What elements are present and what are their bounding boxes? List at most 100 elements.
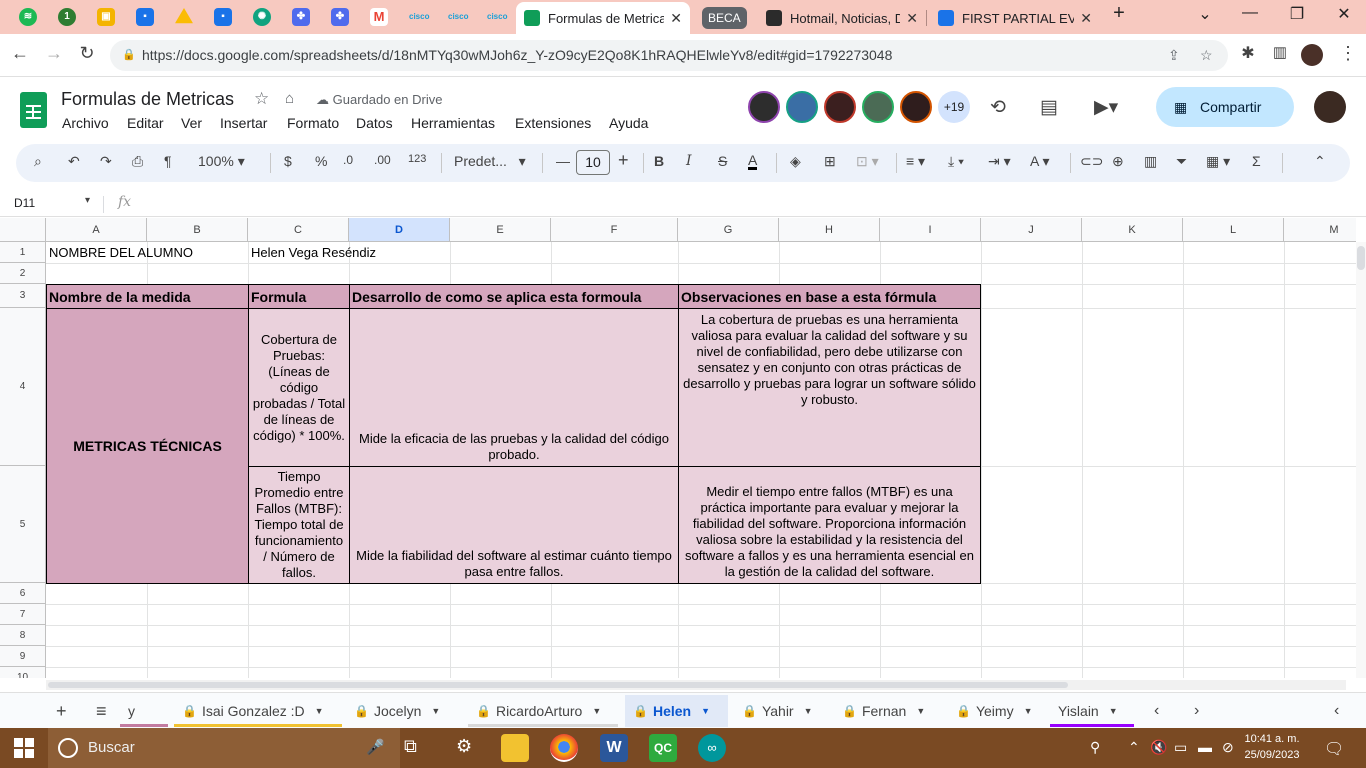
cell-d5[interactable]: Mide la fiabilidad del software al estim… xyxy=(349,466,679,584)
openai-tab-icon[interactable]: ✺ xyxy=(250,5,274,29)
back-icon[interactable]: ← xyxy=(8,43,32,64)
contacts-tab-icon[interactable]: ▪ xyxy=(133,5,157,29)
drive-tab-icon[interactable] xyxy=(172,5,196,29)
share-page-icon[interactable]: ⇪ xyxy=(1168,40,1180,71)
tab-search-chevron-icon[interactable]: ⌄ xyxy=(1190,4,1220,24)
column-header[interactable]: F xyxy=(551,218,678,242)
scrollbar-thumb[interactable] xyxy=(1357,246,1365,270)
scrollbar-thumb[interactable] xyxy=(48,682,1068,688)
horizontal-scrollbar[interactable] xyxy=(46,680,1346,690)
column-header[interactable]: B xyxy=(147,218,248,242)
sheet-tab[interactable]: y xyxy=(120,695,168,727)
extensions-icon[interactable]: ✱ xyxy=(1236,43,1260,63)
horizontal-align-icon[interactable]: ≡ ▾ xyxy=(906,153,925,170)
cell-g5[interactable]: Medir el tiempo entre fallos (MTBF) es u… xyxy=(678,466,981,584)
select-all-corner[interactable] xyxy=(0,218,46,242)
fill-color-icon[interactable]: ◈ xyxy=(790,153,801,170)
all-sheets-icon[interactable]: ≡ xyxy=(88,695,115,727)
bookmark-star-icon[interactable]: ☆ xyxy=(1200,40,1213,71)
borders-icon[interactable]: ⊞ xyxy=(824,153,836,170)
column-header[interactable]: H xyxy=(779,218,880,242)
minimize-icon[interactable]: — xyxy=(1235,4,1265,22)
increase-decimals-button[interactable]: .00 xyxy=(374,153,391,167)
sheet-tab[interactable]: 🔒 Isai Gonzalez :D ▼ xyxy=(174,695,342,727)
menu-datos[interactable]: Datos xyxy=(356,115,393,131)
text-color-icon[interactable]: A xyxy=(748,153,758,170)
collaborator-avatar[interactable] xyxy=(900,91,932,123)
header-desarrollo[interactable]: Desarrollo de como se aplica esta formou… xyxy=(349,284,679,309)
meet-icon[interactable]: ▶▾ xyxy=(1094,96,1118,119)
microphone-icon[interactable]: 🎤 xyxy=(366,728,385,768)
column-header[interactable]: L xyxy=(1183,218,1284,242)
move-to-folder-icon[interactable]: ⌂ xyxy=(285,90,294,107)
chrome-icon[interactable] xyxy=(550,734,578,762)
notifications-icon[interactable]: 🗨 xyxy=(1324,739,1344,759)
side-panel-icon[interactable]: ▥ xyxy=(1268,43,1292,61)
cell-metricas-tecnicas[interactable]: METRICAS TÉCNICAS xyxy=(46,308,249,584)
sheet-tab[interactable]: 🔒 Yahir ▼ xyxy=(734,695,824,727)
close-window-icon[interactable]: ✕ xyxy=(1329,4,1359,24)
collaborator-avatar[interactable] xyxy=(786,91,818,123)
dropdown-icon[interactable]: ▼ xyxy=(916,706,925,716)
spreadsheet-grid[interactable]: A B C D E F G H I J K L M 1 2 3 4 5 6 7 … xyxy=(0,218,1356,678)
strikethrough-icon[interactable]: S xyxy=(718,153,727,169)
header-observaciones[interactable]: Observaciones en base a esta fórmula xyxy=(678,284,981,309)
tray-chevron-icon[interactable]: ⌃ xyxy=(1128,739,1140,756)
spotify-tab-icon[interactable]: ≋ xyxy=(16,5,40,29)
cisco-tab-icon-2[interactable]: cisco xyxy=(445,5,469,29)
dropdown-icon[interactable]: ▼ xyxy=(592,706,601,716)
redo-icon[interactable]: ↷ xyxy=(100,153,112,170)
star-icon[interactable]: ☆ xyxy=(254,89,269,109)
menu-insertar[interactable]: Insertar xyxy=(220,115,267,131)
column-header[interactable]: C xyxy=(248,218,349,242)
decrease-font-size-icon[interactable]: — xyxy=(556,153,570,169)
dropdown-icon[interactable]: ▼ xyxy=(1024,706,1033,716)
row-header[interactable]: 8 xyxy=(0,625,46,646)
document-title[interactable]: Formulas de Metricas xyxy=(61,89,234,110)
more-formats-button[interactable]: 123 xyxy=(408,153,426,165)
dropdown-icon[interactable]: ▼ xyxy=(431,706,440,716)
insert-comment-icon[interactable]: ⊕ xyxy=(1112,153,1124,170)
more-collaborators[interactable]: +19 xyxy=(938,91,970,123)
browser-profile-avatar[interactable] xyxy=(1301,44,1323,66)
menu-ver[interactable]: Ver xyxy=(181,115,202,131)
undo-icon[interactable]: ↶ xyxy=(68,153,80,170)
browser-tab-active[interactable]: Formulas de Metricas ✕ xyxy=(516,2,690,34)
cell-c1[interactable]: Helen Vega Reséndiz xyxy=(251,245,451,263)
wifi-off-icon[interactable]: ⊘ xyxy=(1222,739,1234,756)
close-tab-icon[interactable]: ✕ xyxy=(1080,10,1092,27)
close-tab-icon[interactable]: ✕ xyxy=(906,10,918,27)
insert-chart-icon[interactable]: ▥ xyxy=(1144,153,1157,170)
menu-formato[interactable]: Formato xyxy=(287,115,339,131)
row-header[interactable]: 6 xyxy=(0,583,46,604)
sheet-tab[interactable]: 🔒 Yeimy ▼ xyxy=(948,695,1042,727)
word-icon[interactable]: W xyxy=(600,734,628,762)
arduino-icon[interactable]: ∞ xyxy=(698,734,726,762)
vertical-scrollbar[interactable] xyxy=(1356,242,1366,678)
column-header-selected[interactable]: D xyxy=(349,218,450,242)
collaborator-avatar[interactable] xyxy=(862,91,894,123)
header-nombre-medida[interactable]: Nombre de la medida xyxy=(46,284,249,309)
dropdown-icon[interactable]: ▼ xyxy=(315,706,324,716)
dropdown-icon[interactable]: ▼ xyxy=(1109,706,1118,716)
column-header[interactable]: A xyxy=(46,218,147,242)
row-header[interactable]: 9 xyxy=(0,646,46,667)
windows-start-icon[interactable] xyxy=(14,738,34,758)
bold-icon[interactable]: B xyxy=(654,153,664,169)
row-header[interactable]: 7 xyxy=(0,604,46,625)
cell-g4[interactable]: La cobertura de pruebas es una herramien… xyxy=(678,308,981,467)
currency-format-button[interactable]: $ xyxy=(284,153,292,169)
share-button[interactable]: ▦ Compartir xyxy=(1156,87,1294,127)
apps-tab-icon-2[interactable]: ✤ xyxy=(328,5,352,29)
merge-cells-icon[interactable]: ⊡ ▾ xyxy=(856,153,879,170)
row-header[interactable]: 4 xyxy=(0,308,46,466)
apps-tab-icon[interactable]: ✤ xyxy=(289,5,313,29)
menu-editar[interactable]: Editar xyxy=(127,115,164,131)
font-select[interactable]: Predet... ▾ xyxy=(454,153,526,170)
dropdown-icon[interactable]: ▼ xyxy=(804,706,813,716)
increase-font-size-icon[interactable]: + xyxy=(618,150,629,171)
column-header[interactable]: M xyxy=(1284,218,1356,242)
collapse-side-panel-icon[interactable]: ‹ xyxy=(1326,695,1347,727)
row-header[interactable]: 10 xyxy=(0,667,46,678)
vertical-align-icon[interactable]: ⤓ ▾ xyxy=(948,153,964,170)
